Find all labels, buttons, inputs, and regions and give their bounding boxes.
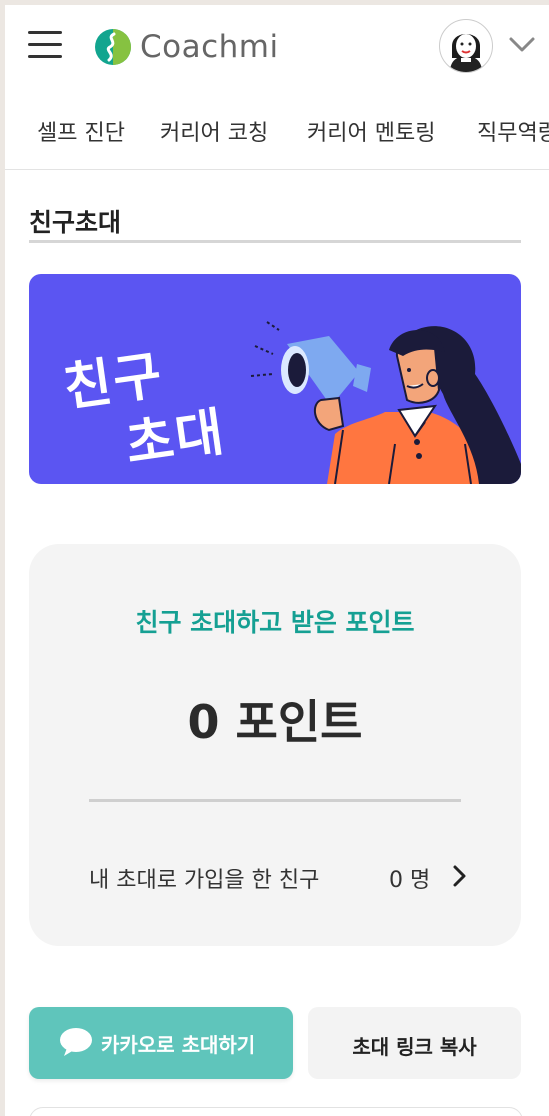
avatar-illustration-icon	[450, 34, 482, 72]
invited-friends-label: 내 초대로 가입을 한 친구	[89, 868, 320, 893]
points-value: 0 포인트	[187, 695, 363, 749]
points-label: 친구 초대하고 받은 포인트	[135, 608, 415, 637]
nav-item-career-coaching[interactable]: 커리어 코칭	[160, 115, 268, 147]
user-avatar[interactable]	[439, 19, 493, 73]
nav-item-job-skills[interactable]: 직무역량	[477, 115, 549, 147]
chevron-down-icon[interactable]	[507, 33, 537, 55]
top-header: Coachmi	[5, 5, 549, 93]
hamburger-menu-icon[interactable]	[28, 27, 64, 61]
chat-bubble-icon	[60, 1028, 92, 1056]
invited-friends-row[interactable]: 내 초대로 가입을 한 친구 0 명	[89, 858, 469, 894]
points-card: 친구 초대하고 받은 포인트 0 포인트 내 초대로 가입을 한 친구 0 명	[29, 544, 521, 946]
nav-item-career-mentoring[interactable]: 커리어 멘토링	[307, 115, 435, 147]
copy-link-label: 초대 링크 복사	[352, 1035, 477, 1059]
nav-item-self-diagnosis[interactable]: 셀프 진단	[37, 115, 125, 147]
invited-friends-count: 0 명	[389, 868, 431, 893]
banner-text-line2: 초대	[122, 402, 230, 476]
invite-banner: 친구 초대	[29, 274, 521, 484]
logo-mark-icon	[95, 29, 131, 65]
chevron-right-icon[interactable]	[449, 862, 469, 890]
logo[interactable]: Coachmi	[94, 25, 279, 69]
points-divider	[89, 799, 461, 802]
title-underline	[29, 240, 521, 243]
app-screen: Coachmi 셀프 진단 커리어 코칭 커리어 멘토링 직무역량 친구초대 친	[5, 5, 549, 1116]
next-section-card	[29, 1107, 523, 1116]
kakao-invite-button[interactable]: 카카오로 초대하기	[29, 1007, 293, 1079]
megaphone-woman-illustration	[250, 321, 521, 484]
kakao-invite-label: 카카오로 초대하기	[101, 1033, 256, 1057]
page-title: 친구초대	[29, 208, 122, 237]
logo-text: Coachmi	[140, 29, 279, 65]
copy-link-button[interactable]: 초대 링크 복사	[308, 1007, 521, 1079]
category-nav: 셀프 진단 커리어 코칭 커리어 멘토링 직무역량	[5, 93, 549, 170]
